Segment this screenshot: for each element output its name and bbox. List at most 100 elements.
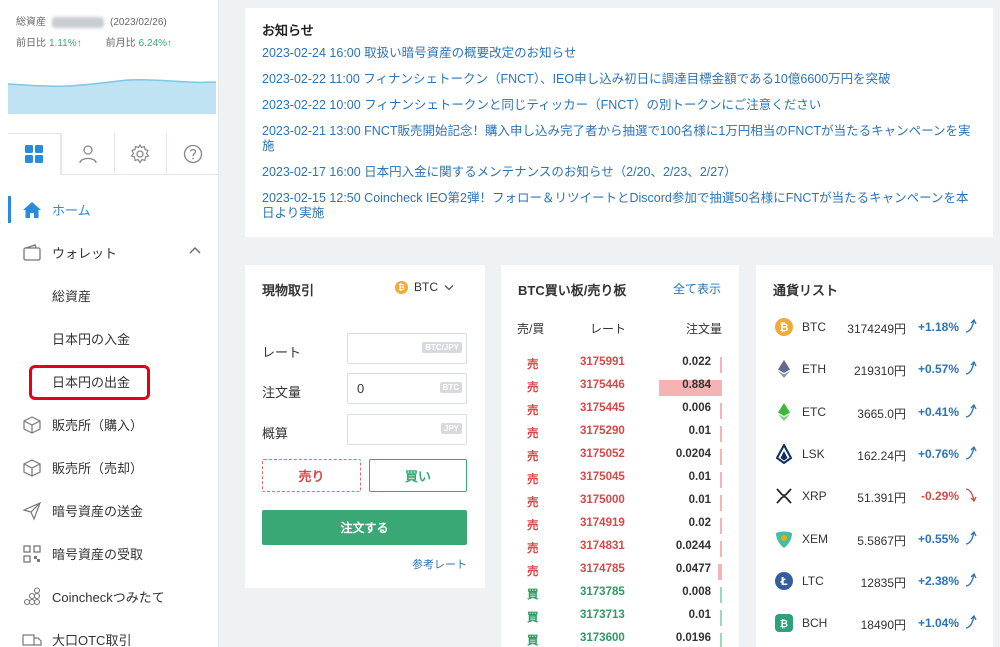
order-rate: 3175445 bbox=[580, 402, 625, 414]
nav-tsumitate[interactable]: Coincheckつみたて bbox=[0, 575, 219, 618]
order-qty: 0.022 bbox=[682, 356, 711, 368]
tab-settings[interactable] bbox=[113, 133, 167, 174]
order-qty: 0.01 bbox=[688, 471, 711, 483]
order-book-row[interactable]: 売 3175445 0.006 bbox=[501, 402, 739, 421]
order-rate: 3174831 bbox=[580, 540, 625, 552]
rate-unit-tag: BTC/JPY bbox=[422, 342, 462, 353]
tab-dashboard[interactable] bbox=[8, 133, 61, 175]
coin-row-xem[interactable]: XEM 5.5867円 +0.55% bbox=[756, 518, 993, 560]
news-item[interactable]: 2023-02-24 16:00 取扱い暗号資産の概要改定のお知らせ bbox=[262, 46, 976, 61]
order-side: 売 bbox=[527, 520, 539, 532]
btc-icon: ₿ bbox=[775, 318, 793, 336]
nav-otc[interactable]: 大口OTC取引 bbox=[0, 618, 219, 647]
trend-up-icon bbox=[965, 403, 977, 418]
depth-bar bbox=[720, 426, 722, 442]
order-rate: 3175290 bbox=[580, 425, 625, 437]
order-qty: 0.01 bbox=[688, 425, 711, 437]
sidebar-nav: ホーム ウォレット 総資産 日本円の入金 日本円の出金 販売所（購入） 販売所（… bbox=[0, 188, 219, 647]
news-item[interactable]: 2023-02-22 11:00 フィナンシェトークン（FNCT）、IEO申し込… bbox=[262, 72, 976, 87]
asset-sparkline bbox=[8, 79, 216, 114]
reference-rate-link[interactable]: 参考レート bbox=[412, 556, 467, 572]
coin-row-bch[interactable]: ₿ BCH 18490円 +1.04% bbox=[756, 602, 993, 644]
col-qty-header: 注文量 bbox=[685, 322, 722, 336]
day-change-label: 前日比 bbox=[16, 38, 46, 49]
trend-up-icon bbox=[965, 445, 977, 460]
trend-down-icon bbox=[965, 488, 977, 503]
coin-row-lsk[interactable]: LSK 162.24円 +0.76% bbox=[756, 433, 993, 475]
nav-total-assets[interactable]: 総資産 bbox=[0, 274, 219, 317]
buy-button[interactable]: 買い bbox=[369, 459, 467, 492]
news-item[interactable]: 2023-02-21 13:00 FNCT販売開始記念！購入申し込み完了者から抽… bbox=[262, 124, 976, 154]
order-rate: 3175991 bbox=[580, 356, 625, 368]
coin-chg: +2.38% bbox=[917, 573, 959, 588]
order-book-row[interactable]: 売 3175052 0.0204 bbox=[501, 448, 739, 467]
depth-bar bbox=[720, 633, 722, 647]
news-item[interactable]: 2023-02-22 10:00 フィナンシェトークンと同じティッカー（FNCT… bbox=[262, 98, 976, 113]
coin-price: 51.391円 bbox=[857, 491, 906, 506]
order-book-row[interactable]: 売 3175991 0.022 bbox=[501, 356, 739, 375]
nav-buy[interactable]: 販売所（購入） bbox=[0, 403, 219, 446]
nav-sell[interactable]: 販売所（売却） bbox=[0, 446, 219, 489]
nav-home[interactable]: ホーム bbox=[0, 188, 219, 231]
coin-row-xrp[interactable]: XRP 51.391円 -0.29% bbox=[756, 475, 993, 517]
order-book-row[interactable]: 売 3175000 0.01 bbox=[501, 494, 739, 513]
place-order-button[interactable]: 注文する bbox=[262, 510, 467, 545]
news-item[interactable]: 2023-02-15 12:50 Coincheck IEO第2弾！フォロー＆リ… bbox=[262, 191, 976, 221]
total-assets-label: 総資産 bbox=[16, 17, 46, 28]
order-book-row[interactable]: 買 3173600 0.0196 bbox=[501, 632, 739, 647]
order-book-row[interactable]: 売 3174785 0.0477 bbox=[501, 563, 739, 582]
order-qty: 0.01 bbox=[688, 494, 711, 506]
order-book-row[interactable]: 売 3174831 0.0244 bbox=[501, 540, 739, 559]
trade-title: 現物取引 bbox=[262, 283, 315, 298]
tab-help[interactable] bbox=[166, 133, 219, 174]
nav-receive[interactable]: 暗号資産の受取 bbox=[0, 532, 219, 575]
coin-sym: XEM bbox=[802, 531, 829, 546]
coin-row-btc[interactable]: ₿ BTC 3174249円 +1.18% bbox=[756, 306, 993, 348]
gear-icon bbox=[130, 143, 150, 164]
coin-row-ltc[interactable]: Ł LTC 12835円 +2.38% bbox=[756, 560, 993, 602]
order-rate: 3173785 bbox=[580, 586, 625, 598]
coin-row-eth[interactable]: ETH 219310円 +0.57% bbox=[756, 348, 993, 390]
order-book-row[interactable]: 売 3175446 0.884 bbox=[501, 379, 739, 398]
order-side: 売 bbox=[527, 359, 539, 371]
rate-field[interactable]: BTC/JPY bbox=[347, 333, 467, 364]
coin-sym: ETH bbox=[802, 362, 826, 377]
order-book-row[interactable]: 売 3175045 0.01 bbox=[501, 471, 739, 490]
nav-wallet[interactable]: ウォレット bbox=[0, 231, 219, 274]
nav-jpy-deposit[interactable]: 日本円の入金 bbox=[0, 317, 219, 360]
order-qty: 0.0244 bbox=[675, 540, 711, 552]
coin-sym: BCH bbox=[802, 616, 828, 631]
coin-select-value: BTC bbox=[414, 280, 438, 294]
coin-row-etc[interactable]: ETC 3665.0円 +0.41% bbox=[756, 391, 993, 433]
depth-bar bbox=[720, 610, 722, 626]
order-book-row[interactable]: 買 3173785 0.008 bbox=[501, 586, 739, 605]
coin-list-panel: 通貨リスト ₿ BTC 3174249円 +1.18% ETH 219310円 +0.57%… bbox=[756, 265, 993, 647]
highlight-box bbox=[29, 365, 150, 400]
order-book-title: BTC買い板/売り板 bbox=[518, 283, 627, 298]
amount-field[interactable]: 0 BTC bbox=[347, 373, 467, 404]
amount-unit-tag: BTC bbox=[439, 382, 462, 393]
rate-label: レート bbox=[262, 345, 302, 360]
total-assets-value-masked bbox=[52, 16, 104, 28]
order-qty: 0.0477 bbox=[675, 563, 711, 575]
order-side: 売 bbox=[527, 428, 539, 440]
sell-button[interactable]: 売り bbox=[262, 459, 361, 492]
send-icon bbox=[22, 501, 42, 521]
month-change-value: 6.24%↑ bbox=[138, 38, 172, 49]
trend-up-icon bbox=[965, 572, 977, 587]
estimate-label: 概算 bbox=[262, 426, 289, 441]
estimate-field[interactable]: JPY bbox=[347, 414, 467, 445]
order-book-row[interactable]: 売 3174919 0.02 bbox=[501, 517, 739, 536]
coin-select[interactable]: ₿ BTC bbox=[395, 280, 454, 294]
tab-account[interactable] bbox=[60, 133, 114, 174]
help-icon bbox=[183, 144, 203, 163]
nav-send[interactable]: 暗号資産の送金 bbox=[0, 489, 219, 532]
order-book-row[interactable]: 買 3173713 0.01 bbox=[501, 609, 739, 628]
coin-chg: +0.76% bbox=[917, 446, 959, 461]
order-book-row[interactable]: 売 3175290 0.01 bbox=[501, 425, 739, 444]
amount-value: 0 bbox=[357, 381, 365, 396]
show-all-link[interactable]: 全て表示 bbox=[673, 280, 721, 297]
order-side: 売 bbox=[527, 405, 539, 417]
news-item[interactable]: 2023-02-17 16:00 日本円入金に関するメンテナンスのお知らせ（2/… bbox=[262, 165, 976, 180]
order-qty: 0.0204 bbox=[675, 448, 711, 460]
